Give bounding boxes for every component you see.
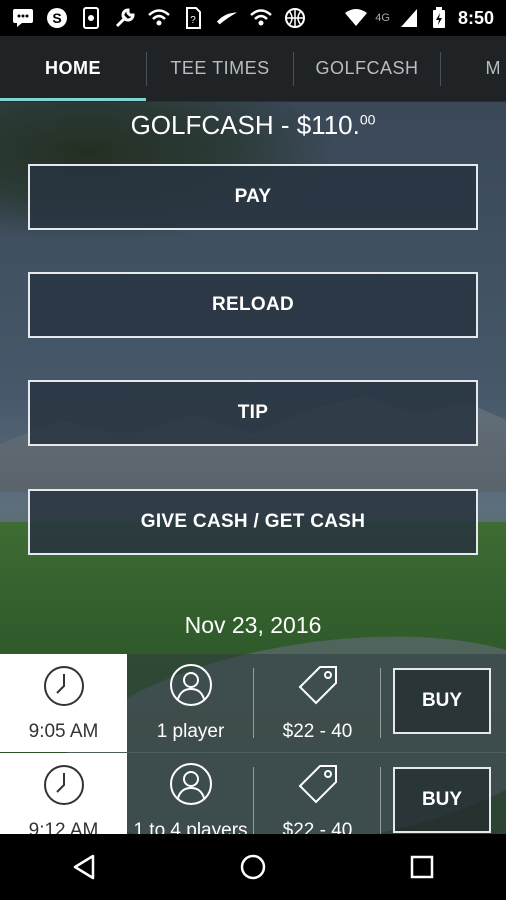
tee-time-row: 9:05 AM 1 player $22 - 40 BUY [0,654,506,752]
reload-button[interactable]: RELOAD [28,272,478,338]
wifi-icon [148,7,170,29]
navigation-bar [0,834,506,900]
price-tag-icon [296,762,340,812]
status-bar: S ? 4G 8:50 [0,0,506,36]
skype-icon: S [46,7,68,29]
system-status: 4G 8:50 [345,7,494,29]
phone-screen-icon [80,7,102,29]
recents-icon[interactable] [392,837,452,897]
buy-button[interactable]: BUY [393,767,491,833]
clock-icon [42,664,86,713]
tee-date: Nov 23, 2016 [184,612,322,638]
swoosh-icon [216,7,238,29]
price-tag-icon [296,663,340,713]
balance-cents: 00 [359,111,376,128]
golfcash-balance: GOLFCASH - $110.00 [0,110,506,141]
players-cell: 1 player [127,654,254,752]
give-get-cash-button[interactable]: GIVE CASH / GET CASH [28,489,478,555]
home-icon[interactable] [223,837,283,897]
basketball-icon [284,7,306,29]
wifi-icon [250,7,272,29]
svg-text:S: S [52,10,61,26]
signal-icon [398,7,420,29]
players-label: 1 player [156,721,225,742]
wrench-icon [114,7,136,29]
tab-more[interactable]: M [441,36,501,101]
sim-icon: ? [182,7,204,29]
price-cell: $22 - 40 [254,654,381,752]
message-icon [12,7,34,29]
tee-time-label: 9:05 AM [28,720,99,742]
tip-button[interactable]: TIP [28,380,478,446]
player-icon [169,762,213,812]
tab-golfcash[interactable]: GOLFCASH [294,36,440,101]
tab-bar: HOME TEE TIMES GOLFCASH M [0,36,506,102]
buy-button[interactable]: BUY [393,668,491,734]
svg-text:?: ? [190,15,196,26]
tee-time-cell: 9:05 AM [0,654,127,752]
balance-amount: GOLFCASH - $110. [130,110,360,140]
network-type: 4G [375,12,390,24]
clock: 8:50 [457,7,494,28]
clock-icon [42,763,86,812]
pay-button[interactable]: PAY [28,164,478,230]
back-icon[interactable] [54,837,114,897]
price-label: $22 - 40 [282,721,353,742]
battery-icon [428,7,450,29]
notification-icons: S ? [12,7,306,29]
wifi-icon [345,7,368,29]
player-icon [169,663,213,713]
tab-tee-times[interactable]: TEE TIMES [147,36,293,101]
tab-home[interactable]: HOME [0,36,146,101]
